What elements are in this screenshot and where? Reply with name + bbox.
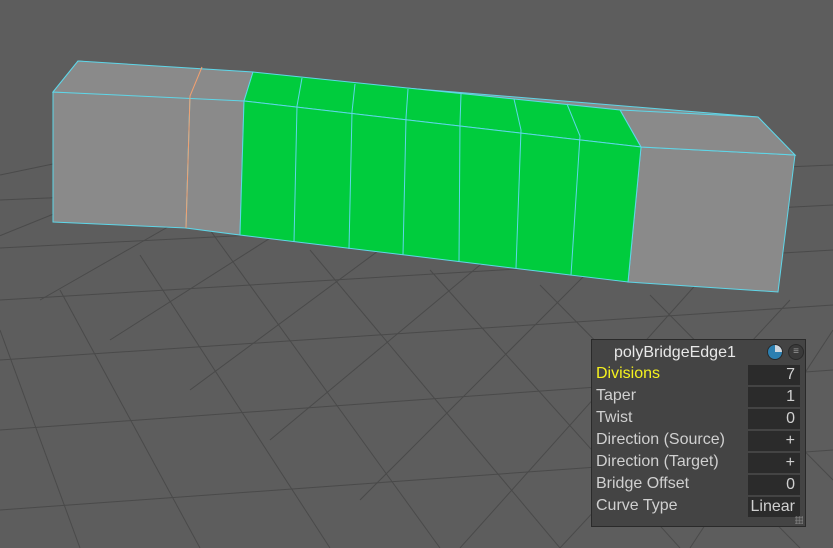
row-label: Divisions <box>596 365 661 382</box>
row-divisions[interactable]: Divisions 7 <box>592 364 805 386</box>
row-twist[interactable]: Twist 0 <box>592 408 805 430</box>
row-direction-target[interactable]: Direction (Target) + <box>592 452 805 474</box>
mesh-object[interactable] <box>51 60 797 293</box>
bridge-offset-field[interactable]: 0 <box>748 475 800 495</box>
row-label: Direction (Source) <box>596 431 725 448</box>
in-view-editor-panel[interactable]: polyBridgeEdge1 ≡ Divisions 7 Taper 1 Tw… <box>591 339 806 527</box>
row-label: Twist <box>596 409 633 426</box>
mesh-left-face <box>52 91 191 229</box>
curve-type-field[interactable]: Linear <box>748 497 800 517</box>
mesh-right-face <box>627 146 796 293</box>
twist-field[interactable]: 0 <box>748 409 800 429</box>
row-label: Curve Type <box>596 497 678 514</box>
node-pie-icon[interactable] <box>767 344 783 360</box>
row-label: Taper <box>596 387 637 404</box>
panel-title: polyBridgeEdge1 <box>614 344 736 361</box>
mesh-left-face-2 <box>185 95 245 236</box>
direction-source-field[interactable]: + <box>748 431 800 451</box>
row-label: Bridge Offset <box>596 475 690 492</box>
menu-icon[interactable]: ≡ <box>788 344 804 360</box>
row-taper[interactable]: Taper 1 <box>592 386 805 408</box>
resize-grip-icon[interactable] <box>795 516 803 524</box>
row-curve-type[interactable]: Curve Type Linear <box>592 496 805 518</box>
row-direction-source[interactable]: Direction (Source) + <box>592 430 805 452</box>
direction-target-field[interactable]: + <box>748 453 800 473</box>
taper-field[interactable]: 1 <box>748 387 800 407</box>
row-label: Direction (Target) <box>596 453 719 470</box>
divisions-field[interactable]: 7 <box>748 365 800 385</box>
row-bridge-offset[interactable]: Bridge Offset 0 <box>592 474 805 496</box>
